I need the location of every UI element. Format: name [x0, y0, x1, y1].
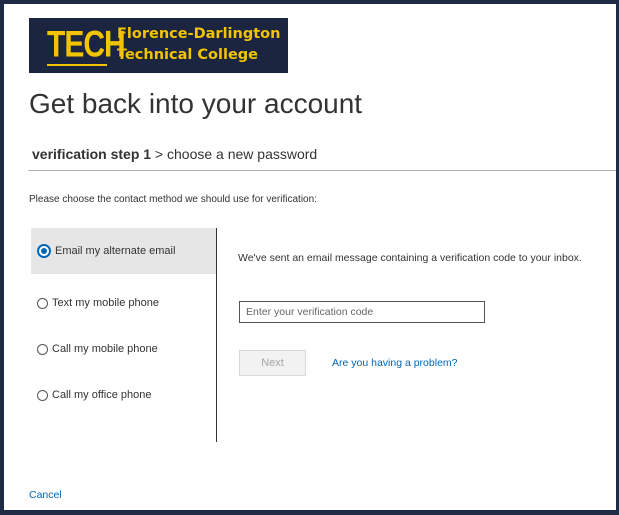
method-email-alternate[interactable]: Email my alternate email [31, 228, 216, 274]
method-label: Text my mobile phone [52, 297, 159, 309]
logo-text: Florence-Darlington Technical College [117, 24, 280, 66]
problem-help-link[interactable]: Are you having a problem? [332, 357, 458, 369]
method-label: Call my mobile phone [52, 343, 158, 355]
next-button[interactable]: Next [239, 350, 306, 376]
radio-icon[interactable] [37, 297, 48, 309]
verification-code-input[interactable] [239, 301, 485, 323]
radio-selected-icon[interactable] [37, 244, 51, 258]
method-call-mobile[interactable]: Call my mobile phone [31, 326, 216, 372]
logo-line-2: Technical College [117, 47, 258, 63]
verification-message: We've sent an email message containing a… [238, 252, 582, 264]
radio-icon[interactable] [37, 389, 48, 401]
step-breadcrumb: verification step 1 > choose a new passw… [32, 146, 317, 162]
instruction-text: Please choose the contact method we shou… [29, 194, 317, 205]
step-separator: > [151, 146, 168, 162]
method-label: Email my alternate email [55, 245, 176, 257]
logo-mark: TECH [47, 24, 126, 66]
logo-underline [47, 64, 107, 66]
page-title: Get back into your account [29, 88, 363, 119]
radio-icon[interactable] [37, 343, 48, 355]
cancel-link[interactable]: Cancel [29, 489, 62, 501]
divider [28, 170, 616, 171]
page-frame: TECH Florence-Darlington Technical Colle… [4, 4, 616, 510]
method-label: Call my office phone [52, 389, 152, 401]
method-call-office[interactable]: Call my office phone [31, 372, 216, 418]
college-logo: TECH Florence-Darlington Technical Colle… [29, 18, 288, 73]
method-text-mobile[interactable]: Text my mobile phone [31, 280, 216, 326]
next-step: choose a new password [167, 146, 318, 162]
contact-method-list: Email my alternate email Text my mobile … [31, 228, 217, 442]
logo-line-1: Florence-Darlington [117, 26, 281, 42]
current-step: verification step 1 [32, 146, 152, 162]
